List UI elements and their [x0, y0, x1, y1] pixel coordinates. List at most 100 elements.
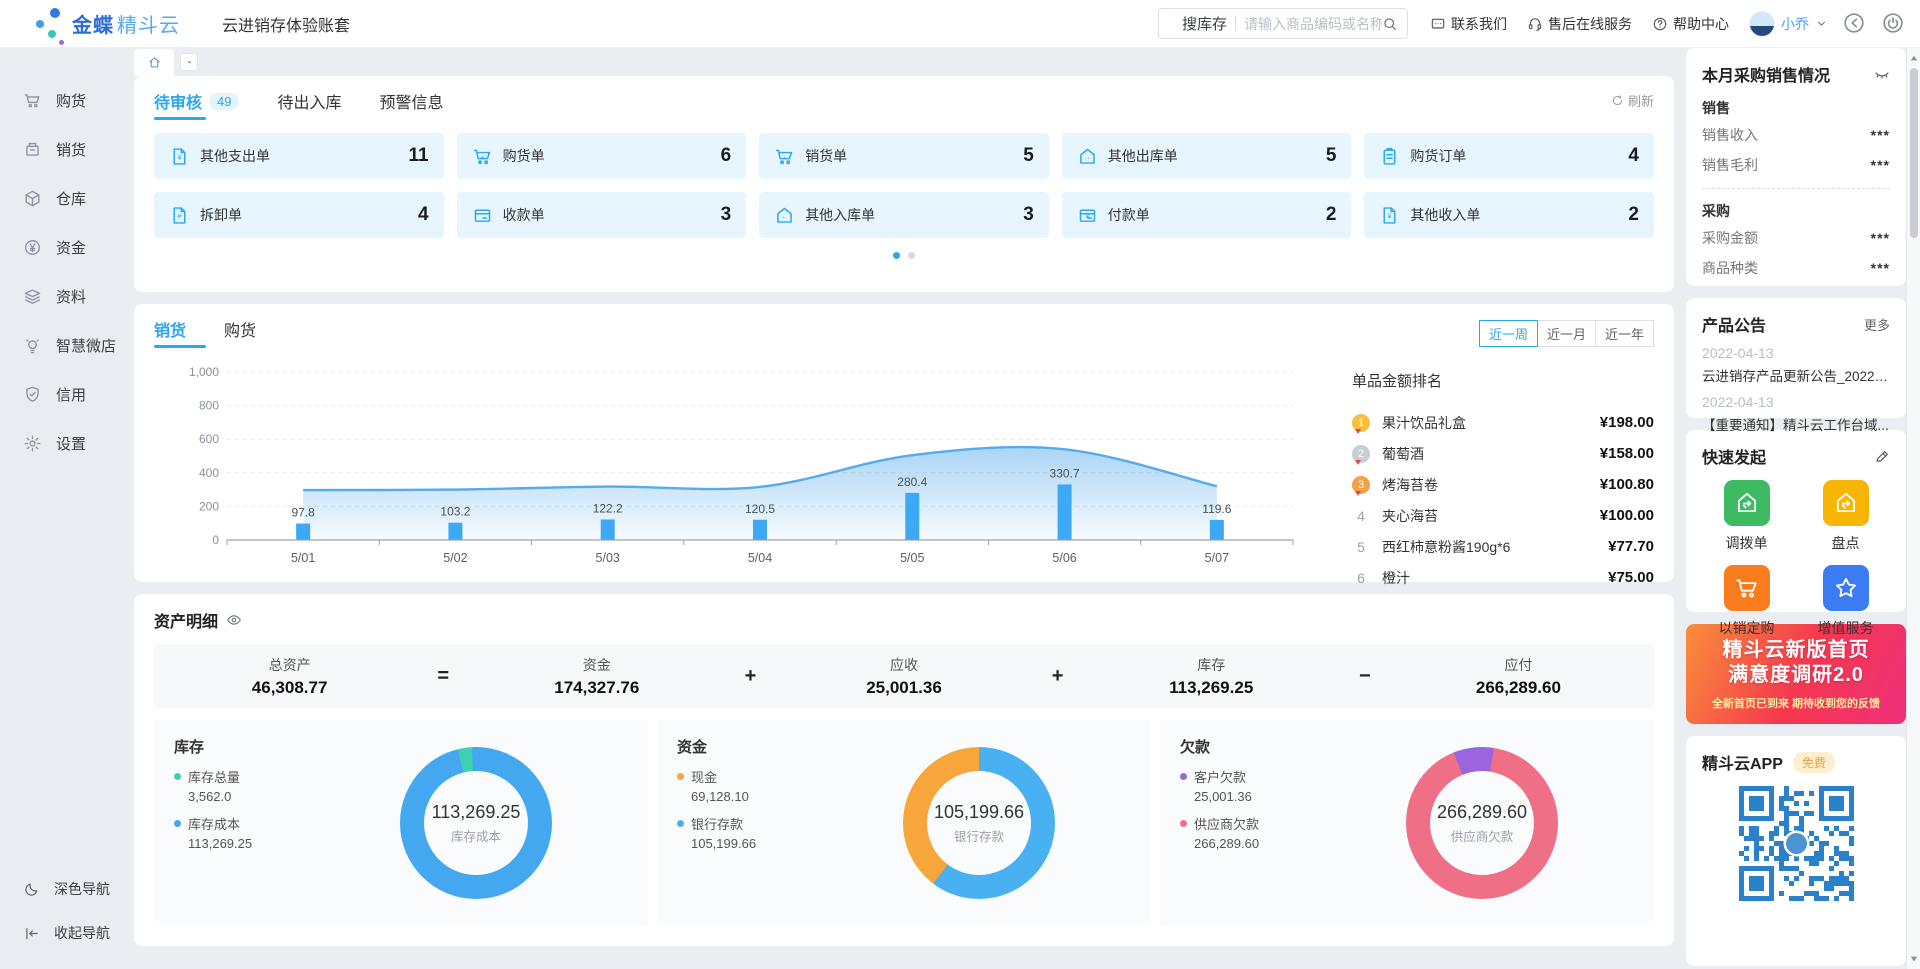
eye-closed-icon[interactable]	[1874, 66, 1890, 82]
announcement-text[interactable]: 云进销存产品更新公告_20220...	[1702, 365, 1890, 385]
scrollbar-thumb[interactable]	[1910, 68, 1918, 238]
history-back-button[interactable]	[1842, 11, 1867, 36]
todo-tab-label: 预警信息	[380, 89, 444, 113]
trend-tab[interactable]: 购货	[224, 317, 256, 348]
more-link[interactable]: 更多	[1864, 315, 1890, 334]
app-header: 金蝶 精斗云 云进销存体验账套 搜库存 联系我们售后在线服务帮助中心 小乔	[0, 0, 1920, 48]
donut-info: 资金现金69,128.10银行存款105,199.66	[677, 736, 827, 910]
todo-card[interactable]: ←其他入库单3	[759, 192, 1049, 238]
todo-tab[interactable]: 待出入库	[277, 89, 341, 120]
summary-section-title: 销售	[1702, 98, 1890, 118]
announcement-date: 2022-04-13	[1702, 394, 1890, 410]
sidebar-footer-moon[interactable]: 深色导航	[0, 867, 122, 911]
inventory-search-box[interactable]: 搜库存	[1158, 8, 1408, 39]
todo-card-count: 4	[418, 204, 429, 226]
range-button[interactable]: 近一月	[1537, 320, 1596, 347]
sidebar-item-cart[interactable]: 购货	[0, 76, 122, 125]
summary-row-value: ***	[1871, 230, 1890, 246]
user-menu[interactable]: 小乔	[1749, 11, 1828, 37]
logout-button[interactable]	[1881, 11, 1906, 36]
pencil-icon[interactable]	[1874, 448, 1890, 464]
svg-text:←: ←	[781, 211, 788, 220]
ranking-row[interactable]: 3烤海苔卷¥100.80	[1352, 469, 1654, 500]
quick-action-house-swap[interactable]: 调拨单	[1702, 480, 1791, 553]
header-link[interactable]: 售后在线服务	[1527, 14, 1632, 34]
legend-dot-icon	[677, 820, 684, 827]
todo-panel: 待审核49 待出入库 预警信息 刷新 ¥其他支出单11 +购货单6 -销货单5 →其他出库…	[134, 76, 1674, 292]
sidebar-item-cube[interactable]: 仓库	[0, 174, 122, 223]
ranking-row[interactable]: 1果汁饮品礼盒¥198.00	[1352, 407, 1654, 438]
refresh-button[interactable]: 刷新	[1611, 91, 1654, 110]
todo-card[interactable]: #拆卸单4	[154, 192, 444, 238]
search-input[interactable]	[1244, 16, 1382, 32]
app-logo[interactable]: 金蝶 精斗云	[34, 3, 180, 45]
app-title: 精斗云APP	[1702, 750, 1783, 774]
legend-label: 库存总量	[188, 767, 240, 786]
header-link[interactable]: 帮助中心	[1652, 14, 1729, 34]
legend-dot-icon	[174, 820, 181, 827]
pager-dot[interactable]	[908, 252, 915, 259]
todo-card[interactable]: -销货单5	[759, 133, 1049, 179]
summary-row: 采购金额***	[1702, 224, 1890, 251]
todo-card[interactable]: 收款单3	[457, 192, 747, 238]
svg-text:5/03: 5/03	[596, 551, 620, 565]
ranking-product-name: 夹心海苔	[1382, 506, 1600, 526]
tab-dropdown-button[interactable]	[180, 53, 198, 71]
month-summary-panel: 本月采购销售情况 销售销售收入***销售毛利***采购采购金额***商品种类**…	[1686, 48, 1906, 286]
ranking-row[interactable]: 4夹心海苔¥100.00	[1352, 500, 1654, 531]
todo-card[interactable]: ¥付款单2	[1062, 192, 1352, 238]
quick-action-cart[interactable]: 以销定购	[1702, 565, 1791, 638]
ranking-product-name: 西红柿意粉酱190g*6	[1382, 537, 1608, 557]
scroll-down-icon[interactable]	[1910, 955, 1918, 963]
legend-top: 现金	[677, 767, 827, 786]
ranking-amount: ¥75.00	[1608, 569, 1654, 586]
range-button[interactable]: 近一周	[1479, 320, 1538, 347]
announcements-panel: 产品公告 更多 2022-04-13云进销存产品更新公告_20220...202…	[1686, 298, 1906, 418]
quick-action-label: 增值服务	[1818, 618, 1874, 638]
legend-label: 客户欠款	[1194, 767, 1246, 786]
home-tab[interactable]	[134, 49, 174, 76]
sidebar-item-gear[interactable]: 设置	[0, 419, 122, 468]
todo-card[interactable]: ¥其他收入单2	[1364, 192, 1654, 238]
quick-action-star[interactable]: 增值服务	[1801, 565, 1890, 638]
sidebar-footer-collapse[interactable]: 收起导航	[0, 911, 122, 955]
donut-panel: 欠款客户欠款25,001.36供应商欠款266,289.60266,289.60…	[1160, 720, 1654, 926]
sidebar-item-bulb[interactable]: 智慧微店	[0, 321, 122, 370]
sidebar-item-layers[interactable]: 资料	[0, 272, 122, 321]
app-download-panel: 精斗云APP 免费	[1686, 736, 1906, 966]
ranking-row[interactable]: 6橙汁¥75.00	[1352, 562, 1654, 593]
formula-value: 266,289.60	[1383, 678, 1654, 698]
sidebar-item-yen[interactable]: 资金	[0, 223, 122, 272]
survey-banner[interactable]: 精斗云新版首页 满意度调研2.0 全新首页已到来 期待收到您的反馈	[1686, 624, 1906, 724]
sidebar-item-sell[interactable]: 销货	[0, 125, 122, 174]
ranking-row[interactable]: 5西红柿意粉酱190g*6¥77.70	[1352, 531, 1654, 562]
todo-tab[interactable]: 预警信息	[380, 89, 444, 120]
header-link[interactable]: 联系我们	[1430, 14, 1507, 34]
sidebar-item-shield[interactable]: 信用	[0, 370, 122, 419]
workspace-tabstrip	[122, 48, 1686, 76]
svg-text:¥: ¥	[177, 152, 182, 161]
todo-card[interactable]: +购货单6	[457, 133, 747, 179]
ranking-row[interactable]: 2葡萄酒¥158.00	[1352, 438, 1654, 469]
month-summary-body: 销售销售收入***销售毛利***采购采购金额***商品种类***	[1702, 98, 1890, 281]
todo-card[interactable]: 购货订单4	[1364, 133, 1654, 179]
scroll-up-icon[interactable]	[1910, 54, 1918, 62]
page-scrollbar[interactable]	[1906, 48, 1920, 969]
announcement-text[interactable]: 【重要通知】精斗云工作台域...	[1702, 414, 1890, 434]
legend-item: 银行存款105,199.66	[677, 814, 827, 851]
cards-pagination	[154, 252, 1654, 259]
todo-card-count: 11	[409, 145, 429, 167]
search-icon[interactable]	[1382, 16, 1398, 32]
donut-title: 欠款	[1180, 736, 1330, 757]
quick-action-house-swap[interactable]: 盘点	[1801, 480, 1890, 553]
range-button[interactable]: 近一年	[1595, 320, 1654, 347]
formula-value: 113,269.25	[1076, 678, 1347, 698]
todo-card[interactable]: →其他出库单5	[1062, 133, 1352, 179]
pager-dot[interactable]	[893, 252, 900, 259]
trend-tab[interactable]: 销货	[154, 317, 186, 348]
formula-item: 资金174,327.76	[461, 655, 732, 698]
formula-label: 总资产	[154, 655, 425, 675]
eye-icon[interactable]	[226, 612, 242, 628]
todo-tab[interactable]: 待审核49	[154, 89, 239, 120]
todo-card[interactable]: ¥其他支出单11	[154, 133, 444, 179]
